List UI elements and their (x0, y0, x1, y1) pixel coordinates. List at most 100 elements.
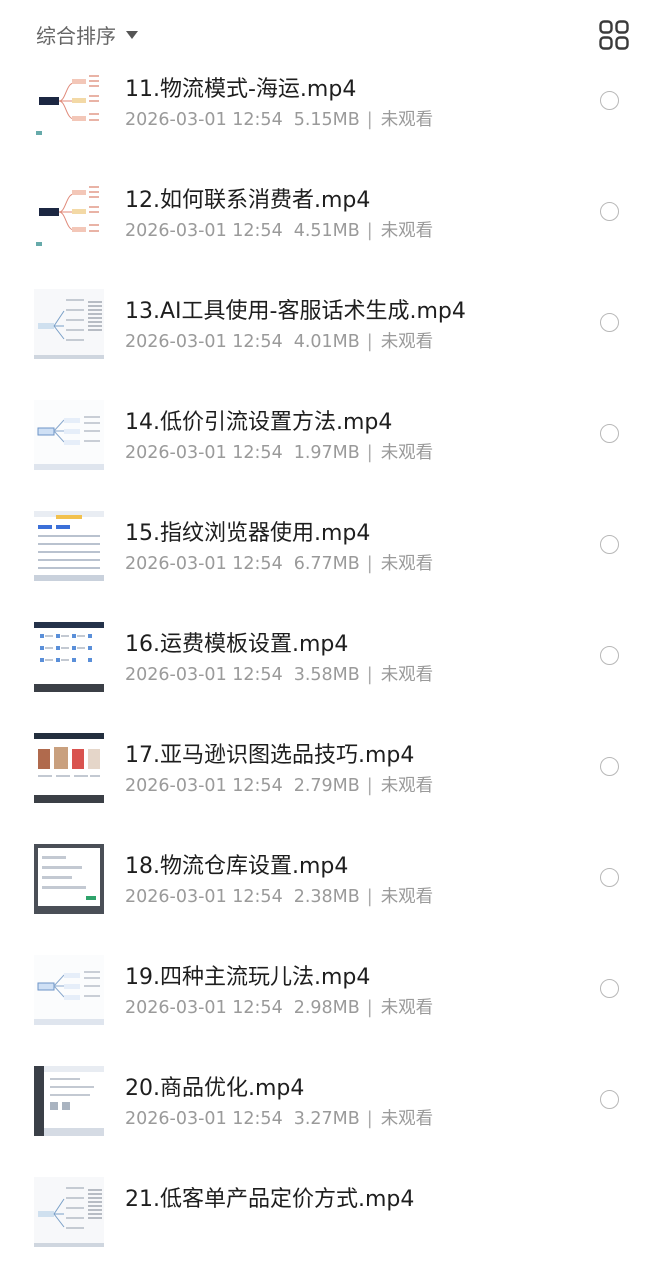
video-thumbnail[interactable] (34, 67, 104, 137)
meta-divider: | (366, 110, 373, 130)
meta-divider: | (366, 1109, 373, 1129)
sort-label: 综合排序 (36, 24, 116, 48)
watch-status: 未观看 (380, 1109, 434, 1129)
video-thumbnail[interactable] (34, 1066, 104, 1136)
video-thumbnail-image (34, 1177, 104, 1247)
video-meta: 2026-03-01 12:54 1.97MB | 未观看 (125, 439, 433, 464)
video-list-item[interactable]: 21.低客单产品定价方式.mp4 (0, 1174, 666, 1285)
meta-divider: | (366, 554, 373, 574)
video-title: 13.AI工具使用-客服话术生成.mp4 (125, 299, 466, 324)
video-thumbnail-image (36, 75, 99, 135)
select-radio[interactable] (600, 1090, 619, 1109)
video-meta: 2026-03-01 12:54 6.77MB | 未观看 (125, 550, 433, 575)
video-size: 5.15MB (293, 110, 360, 130)
video-size: 3.58MB (293, 665, 360, 685)
video-date: 2026-03-01 12:54 (125, 554, 283, 574)
video-size: 2.79MB (293, 776, 360, 796)
video-thumbnail[interactable] (34, 844, 104, 914)
video-date: 2026-03-01 12:54 (125, 110, 283, 130)
video-list-item[interactable]: 14.低价引流设置方法.mp4 2026-03-01 12:54 1.97MB | 未观… (0, 397, 666, 508)
video-thumbnail[interactable] (34, 289, 104, 359)
video-thumbnail[interactable] (34, 178, 104, 248)
video-thumbnail-image (34, 400, 104, 470)
watch-status: 未观看 (380, 110, 434, 130)
video-thumbnail[interactable] (34, 622, 104, 692)
video-date: 2026-03-01 12:54 (125, 998, 283, 1018)
select-radio[interactable] (600, 91, 619, 110)
video-size: 2.38MB (293, 887, 360, 907)
video-list-item[interactable]: 19.四种主流玩儿法.mp4 2026-03-01 12:54 2.98MB | 未观看 (0, 952, 666, 1063)
video-thumbnail-image (34, 733, 104, 803)
video-meta: 2026-03-01 12:54 2.98MB | 未观看 (125, 994, 433, 1019)
select-radio[interactable] (600, 979, 619, 998)
video-meta: 2026-03-01 12:54 4.01MB | 未观看 (125, 328, 433, 353)
caret-down-icon (126, 30, 138, 39)
video-title: 11.物流模式-海运.mp4 (125, 77, 357, 102)
video-list-item[interactable]: 15.指纹浏览器使用.mp4 2026-03-01 12:54 6.77MB | 未观看 (0, 508, 666, 619)
video-list-item[interactable]: 20.商品优化.mp4 2026-03-01 12:54 3.27MB | 未观看 (0, 1063, 666, 1174)
video-date: 2026-03-01 12:54 (125, 332, 283, 352)
video-thumbnail-image (34, 622, 104, 692)
video-thumbnail[interactable] (34, 955, 104, 1025)
sort-dropdown[interactable]: 综合排序 (36, 20, 138, 49)
meta-divider: | (366, 443, 373, 463)
video-thumbnail-image (34, 1066, 104, 1136)
video-size: 4.01MB (293, 332, 360, 352)
meta-divider: | (366, 998, 373, 1018)
video-title: 14.低价引流设置方法.mp4 (125, 410, 393, 435)
video-meta: 2026-03-01 12:54 2.79MB | 未观看 (125, 772, 433, 797)
video-title: 21.低客单产品定价方式.mp4 (125, 1187, 415, 1212)
video-meta: 2026-03-01 12:54 5.15MB | 未观看 (125, 106, 433, 131)
meta-divider: | (366, 332, 373, 352)
video-thumbnail[interactable] (34, 400, 104, 470)
video-thumbnail-image (34, 289, 104, 359)
select-radio[interactable] (600, 313, 619, 332)
meta-divider: | (366, 887, 373, 907)
video-list-item[interactable]: 11.物流模式-海运.mp4 2026-03-01 12:54 5.15MB | 未观看 (0, 64, 666, 175)
video-title: 17.亚马逊识图选品技巧.mp4 (125, 743, 415, 768)
select-radio[interactable] (600, 868, 619, 887)
video-list-item[interactable]: 12.如何联系消费者.mp4 2026-03-01 12:54 4.51MB | 未观看 (0, 175, 666, 286)
top-bar: 综合排序 (0, 0, 666, 64)
video-thumbnail[interactable] (34, 511, 104, 581)
video-thumbnail[interactable] (34, 733, 104, 803)
watch-status: 未观看 (380, 665, 434, 685)
select-radio[interactable] (600, 757, 619, 776)
video-meta: 2026-03-01 12:54 4.51MB | 未观看 (125, 217, 433, 242)
watch-status: 未观看 (380, 998, 434, 1018)
select-radio[interactable] (600, 424, 619, 443)
video-meta: 2026-03-01 12:54 3.27MB | 未观看 (125, 1105, 433, 1130)
watch-status: 未观看 (380, 443, 434, 463)
video-size: 3.27MB (293, 1109, 360, 1129)
video-list-item[interactable]: 17.亚马逊识图选品技巧.mp4 2026-03-01 12:54 2.79MB | 未… (0, 730, 666, 841)
video-thumbnail[interactable] (34, 1177, 104, 1247)
video-date: 2026-03-01 12:54 (125, 887, 283, 907)
video-size: 1.97MB (293, 443, 360, 463)
video-title: 19.四种主流玩儿法.mp4 (125, 965, 371, 990)
select-radio[interactable] (600, 535, 619, 554)
video-thumbnail-image (34, 511, 104, 581)
video-thumbnail-image (36, 186, 99, 246)
meta-divider: | (366, 221, 373, 241)
video-title: 18.物流仓库设置.mp4 (125, 854, 349, 879)
select-radio[interactable] (600, 646, 619, 665)
grid-view-icon[interactable] (598, 19, 630, 51)
video-title: 12.如何联系消费者.mp4 (125, 188, 371, 213)
select-radio[interactable] (600, 202, 619, 221)
video-title: 20.商品优化.mp4 (125, 1076, 305, 1101)
video-meta: 2026-03-01 12:54 2.38MB | 未观看 (125, 883, 433, 908)
video-date: 2026-03-01 12:54 (125, 443, 283, 463)
video-title: 15.指纹浏览器使用.mp4 (125, 521, 371, 546)
video-list-item[interactable]: 13.AI工具使用-客服话术生成.mp4 2026-03-01 12:54 4.01… (0, 286, 666, 397)
video-list-item[interactable]: 16.运费模板设置.mp4 2026-03-01 12:54 3.58MB | 未观看 (0, 619, 666, 730)
watch-status: 未观看 (380, 887, 434, 907)
video-thumbnail-image (34, 955, 104, 1025)
meta-divider: | (366, 665, 373, 685)
video-date: 2026-03-01 12:54 (125, 665, 283, 685)
video-date: 2026-03-01 12:54 (125, 776, 283, 796)
video-title: 16.运费模板设置.mp4 (125, 632, 349, 657)
video-list-item[interactable]: 18.物流仓库设置.mp4 2026-03-01 12:54 2.38MB | 未观看 (0, 841, 666, 952)
video-size: 2.98MB (293, 998, 360, 1018)
watch-status: 未观看 (380, 221, 434, 241)
watch-status: 未观看 (380, 332, 434, 352)
